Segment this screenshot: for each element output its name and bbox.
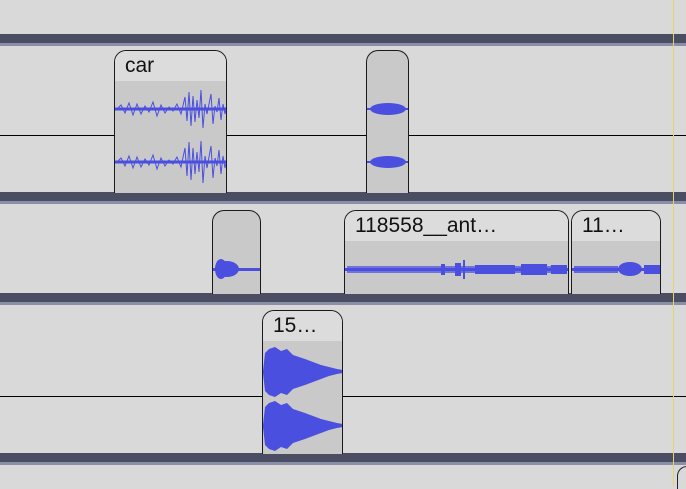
playhead-cursor: [673, 0, 674, 486]
clip-waveform: [213, 259, 260, 279]
clip-title[interactable]: 15…: [263, 311, 342, 341]
channel-divider: [0, 135, 686, 136]
clip-waveform: [345, 260, 568, 279]
track-separator[interactable]: [0, 453, 686, 465]
audio-clip-15[interactable]: 15…: [262, 310, 343, 454]
clip-waveform: [572, 262, 660, 276]
clip-waveform: [263, 347, 342, 451]
clip-title[interactable]: car: [115, 51, 226, 81]
track-separator[interactable]: [0, 293, 686, 305]
track-separator[interactable]: [0, 192, 686, 204]
audio-clip-118558[interactable]: 118558__ant…: [344, 210, 569, 294]
clip-title[interactable]: 11…: [572, 211, 660, 241]
clip-waveform: [367, 103, 408, 168]
clip-waveform: [115, 89, 226, 184]
audio-clip-car[interactable]: car: [114, 50, 227, 193]
audio-clip-11[interactable]: 11…: [571, 210, 661, 294]
track-separator[interactable]: [0, 34, 686, 46]
channel-divider: [0, 396, 686, 397]
audio-clip[interactable]: [212, 210, 261, 294]
audio-clip[interactable]: [366, 50, 409, 193]
clip-title[interactable]: 118558__ant…: [345, 211, 568, 241]
